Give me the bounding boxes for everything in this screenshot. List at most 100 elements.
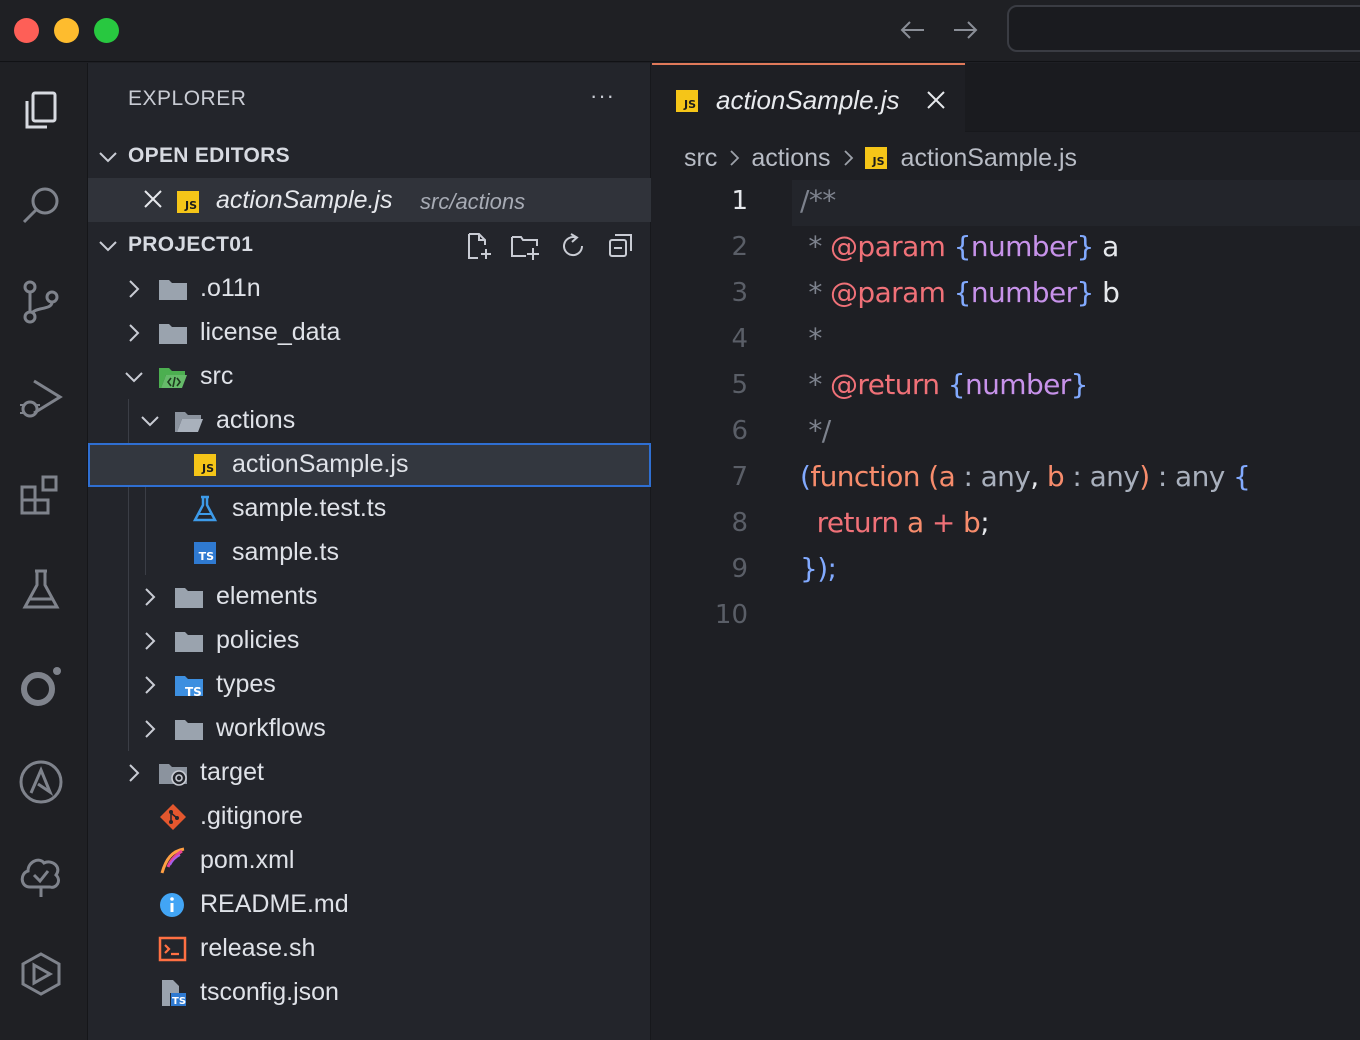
new-file-icon[interactable]	[464, 231, 494, 261]
tree-item-release-sh[interactable]: release.sh	[88, 927, 651, 971]
tree-item-label: src	[200, 362, 234, 390]
open-editor-item[interactable]: JS actionSample.js src/actions	[88, 178, 651, 222]
project-header[interactable]: PROJECT01	[88, 223, 651, 267]
collapse-all-icon[interactable]	[606, 231, 636, 261]
tree-item-elements[interactable]: elements	[88, 575, 651, 619]
code-line[interactable]: * @param {number} b	[800, 276, 1120, 309]
code-token: {	[947, 368, 966, 401]
chevron-right-icon	[843, 150, 853, 166]
tree-check-icon[interactable]	[14, 851, 68, 905]
tree-item-sample-ts[interactable]: TS sample.ts	[88, 531, 651, 575]
feather-icon	[160, 847, 185, 874]
close-window-button[interactable]	[14, 18, 39, 43]
info-icon	[160, 893, 184, 917]
code-token: function	[810, 460, 920, 493]
code-line[interactable]: (function (a : any, b : any) : any {	[800, 460, 1251, 493]
tsconfig-icon: TS	[162, 980, 186, 1007]
code-line[interactable]: return a + b;	[800, 506, 990, 539]
code-token: @return	[830, 368, 940, 401]
code-token: number	[964, 368, 1071, 401]
ansible-icon[interactable]	[14, 755, 68, 809]
code-line[interactable]: /**	[800, 184, 836, 217]
tree-item-pom-xml[interactable]: pom.xml	[88, 839, 651, 883]
code-token: *	[808, 276, 822, 309]
tree-item-label: sample.test.ts	[232, 494, 387, 522]
more-actions-icon[interactable]: ···	[590, 83, 615, 109]
code-token: }	[1076, 230, 1095, 263]
orchestrator-icon[interactable]	[14, 659, 68, 713]
folder-icon	[159, 324, 187, 344]
code-token: b	[1046, 460, 1065, 493]
tree-item-target[interactable]: target	[88, 751, 651, 795]
code-token: @param	[830, 276, 946, 309]
explorer-icon[interactable]	[14, 83, 68, 137]
tab-action-sample-js[interactable]: JS actionSample.js	[652, 63, 965, 133]
editor-area: JS actionSample.js src actions JS action…	[652, 63, 1360, 1040]
js-file-icon: JS	[676, 90, 698, 112]
chevron-right-icon	[129, 324, 140, 342]
tree-item-label: types	[216, 670, 276, 698]
line-number: 4	[731, 324, 748, 354]
open-editor-name: actionSample.js	[216, 186, 393, 214]
extensions-icon[interactable]	[14, 467, 68, 521]
line-number: 2	[731, 232, 748, 262]
breadcrumb-item[interactable]: actionSample.js	[901, 144, 1077, 173]
tree-item-action-sample-js[interactable]: JS actionSample.js	[88, 443, 651, 487]
js-file-icon: JS	[194, 454, 216, 476]
zoom-window-button[interactable]	[94, 18, 119, 43]
tree-item-license-data[interactable]: license_data	[88, 311, 651, 355]
run-debug-icon[interactable]	[14, 371, 68, 425]
code-token: a	[938, 460, 956, 493]
tree-item-types[interactable]: TS types	[88, 663, 651, 707]
chevron-down-icon	[99, 241, 117, 252]
js-file-icon: JS	[177, 191, 199, 213]
folder-icon	[175, 632, 203, 652]
arrow-left-icon[interactable]	[896, 14, 930, 46]
tree-item-gitignore[interactable]: .gitignore	[88, 795, 651, 839]
close-icon[interactable]	[142, 188, 164, 210]
code-line[interactable]: */	[800, 414, 831, 447]
code-line[interactable]: * @return {number}	[800, 368, 1088, 401]
open-editors-header[interactable]: OPEN EDITORS	[88, 134, 651, 178]
breadcrumb-item[interactable]: actions	[751, 144, 830, 173]
tree-item-policies[interactable]: policies	[88, 619, 651, 663]
search-icon[interactable]	[14, 179, 68, 233]
tree-item-label: .gitignore	[200, 802, 303, 830]
source-control-icon[interactable]	[14, 275, 68, 329]
explorer-title: EXPLORER	[128, 87, 247, 110]
code-token: a	[906, 506, 924, 539]
testing-flask-icon[interactable]	[14, 563, 68, 617]
close-icon[interactable]	[925, 89, 947, 111]
chevron-right-icon	[145, 676, 156, 694]
breadcrumb-item[interactable]: src	[684, 144, 717, 173]
minimize-window-button[interactable]	[54, 18, 79, 43]
tree-item-label: actionSample.js	[232, 450, 409, 478]
tree-item-sample-test-ts[interactable]: sample.test.ts	[88, 487, 651, 531]
code-line[interactable]: });	[800, 552, 837, 585]
code-token: @param	[830, 230, 946, 263]
arrow-right-icon[interactable]	[948, 14, 982, 46]
code-token: b	[963, 506, 981, 539]
tree-item-label: tsconfig.json	[200, 978, 339, 1006]
js-file-icon: JS	[864, 147, 887, 169]
tree-item-workflows[interactable]: workflows	[88, 707, 651, 751]
code-line[interactable]: *	[800, 322, 822, 355]
folder-icon	[175, 588, 203, 608]
tree-item-readme-md[interactable]: README.md	[88, 883, 651, 927]
tree-item-label: README.md	[200, 890, 349, 918]
tree-item-o11n[interactable]: .o11n	[88, 267, 651, 311]
tree-item-actions[interactable]: actions	[88, 399, 651, 443]
code-token: }	[1070, 368, 1089, 401]
remote-explorer-icon[interactable]	[14, 947, 68, 1001]
refresh-icon[interactable]	[558, 231, 588, 261]
chevron-down-icon	[125, 372, 143, 383]
folder-src-icon	[159, 368, 187, 388]
code-line[interactable]: * @param {number} a	[800, 230, 1119, 263]
code-token: ,	[1030, 460, 1039, 493]
folder-open-icon	[175, 412, 203, 432]
tree-item-tsconfig-json[interactable]: TS tsconfig.json	[88, 971, 651, 1015]
tree-item-src[interactable]: src	[88, 355, 651, 399]
folder-target-icon	[159, 764, 187, 786]
new-folder-icon[interactable]	[510, 231, 540, 261]
command-center-search[interactable]	[1007, 5, 1360, 52]
